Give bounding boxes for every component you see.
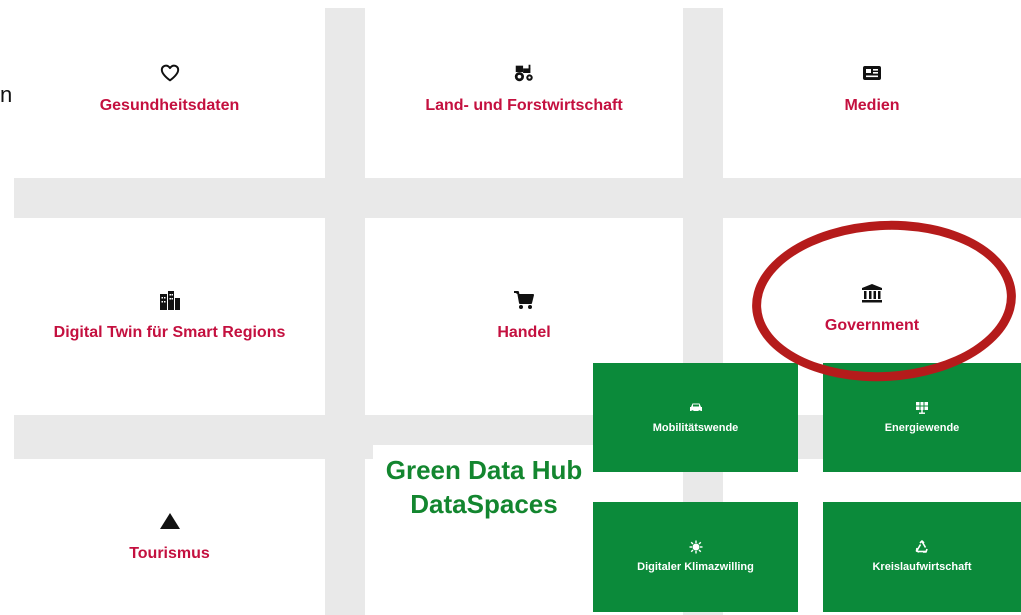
heart-icon	[159, 62, 181, 84]
hub-line-1: Green Data Hub	[385, 455, 583, 485]
tile-digital-twin[interactable]: Digital Twin für Smart Regions	[14, 218, 325, 415]
tractor-icon	[513, 62, 535, 84]
tile-label: Handel	[497, 324, 551, 341]
tile-land-forstwirtschaft[interactable]: Land- und Forstwirtschaft	[365, 0, 683, 178]
gray-band-col-1	[325, 8, 365, 615]
recycle-icon	[915, 540, 929, 554]
tile-label: Digital Twin für Smart Regions	[53, 324, 286, 341]
green-tile-label: Energiewende	[884, 421, 960, 434]
tile-label: Gesundheitsdaten	[99, 96, 240, 114]
tile-label: Medien	[844, 96, 900, 114]
hub-line-2: DataSpaces	[410, 489, 558, 519]
tile-tourismus[interactable]: Tourismus	[14, 459, 325, 615]
city-icon	[159, 289, 181, 311]
green-tile-mobilitaetswende[interactable]: Mobilitätswende	[593, 363, 798, 472]
green-tile-label: Digitaler Klimazwilling	[637, 561, 754, 573]
newspaper-icon	[861, 62, 883, 84]
green-tile-label: Mobilitätswende	[652, 421, 739, 434]
car-icon	[689, 401, 703, 415]
green-data-hub-title: Green Data Hub DataSpaces	[373, 445, 595, 529]
green-tile-energiewende[interactable]: Energiewende	[823, 363, 1021, 472]
edge-text: n	[0, 82, 13, 107]
virus-icon	[689, 540, 703, 554]
green-tile-kreislaufwirtschaft[interactable]: Kreislaufwirtschaft	[823, 502, 1021, 612]
gray-band-row-1	[14, 178, 1021, 218]
landmark-icon	[861, 282, 883, 304]
tile-label: Government	[824, 317, 920, 334]
green-tile-label: Kreislaufwirtschaft	[872, 561, 972, 573]
shopping-cart-icon	[513, 289, 535, 311]
mountain-icon	[159, 510, 181, 532]
tile-label: Land- und Forstwirtschaft	[425, 96, 623, 114]
green-tile-digitaler-klimazwilling[interactable]: Digitaler Klimazwilling	[593, 502, 798, 612]
solar-panel-icon	[915, 401, 929, 415]
tile-gesundheitsdaten[interactable]: Gesundheitsdaten	[14, 0, 325, 178]
tile-medien[interactable]: Medien	[723, 0, 1021, 178]
tile-label: Tourismus	[129, 544, 210, 562]
